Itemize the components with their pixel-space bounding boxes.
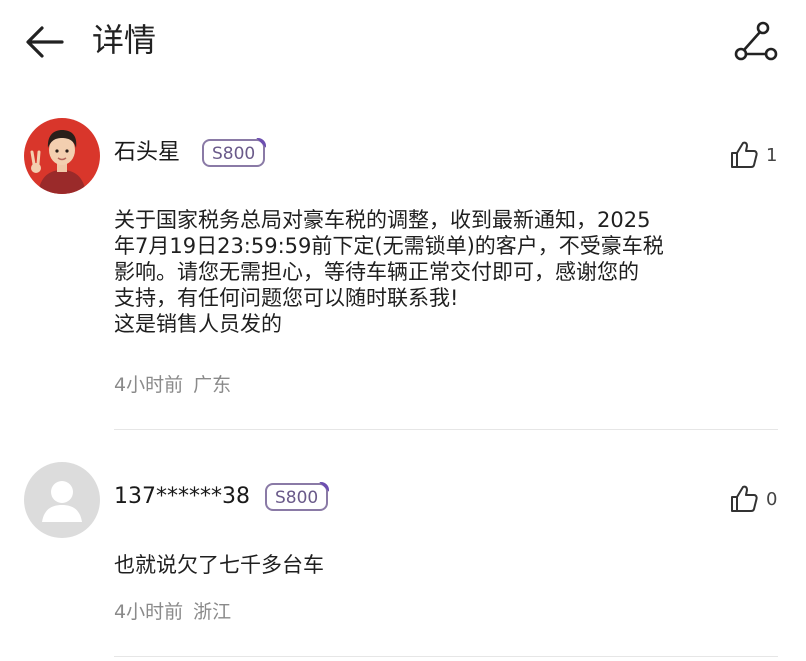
comment-location: 浙江 <box>193 601 232 623</box>
top-bar: 详情 <box>0 0 806 84</box>
comment-text-line: 年7月19日23:59:59前下定(无需锁单)的客户，不受豪车税 <box>114 234 664 258</box>
car-model-badge: S800 <box>202 139 266 167</box>
like-count: 1 <box>766 145 778 166</box>
divider <box>114 429 778 430</box>
back-button[interactable] <box>22 22 68 62</box>
thumbs-up-icon <box>731 485 758 512</box>
divider <box>114 656 778 657</box>
comment-item: 石头星 S800 1 关于国家税务总局对豪车税的调整，收到最新通知，2025 年… <box>0 118 806 430</box>
default-avatar-icon <box>24 462 100 538</box>
back-arrow-icon <box>26 26 64 58</box>
comment-meta: 4小时前 浙江 <box>114 599 241 625</box>
avatar[interactable] <box>24 118 100 194</box>
user-avatar-icon <box>24 118 100 194</box>
comment-text-line: 这是销售人员发的 <box>114 312 282 336</box>
like-count: 0 <box>766 489 778 510</box>
comment-item: 137******38 S800 0 也就说欠了七千多台车 4小时前 浙江 <box>0 462 806 661</box>
thumbs-up-icon <box>731 141 758 168</box>
username[interactable]: 石头星 <box>114 138 180 168</box>
comment-text-line: 支持，有任何问题您可以随时联系我! <box>114 286 459 310</box>
comment-text-line: 关于国家税务总局对豪车税的调整，收到最新通知，2025 <box>114 208 651 232</box>
comment-text-line: 影响。请您无需担心，等待车辆正常交付即可，感谢您的 <box>114 260 639 284</box>
detail-page: 详情 石头星 S800 1 关于国家税务总局对豪车税的调整，收到最新通知，202… <box>0 0 806 661</box>
comment-time: 4小时前 <box>114 374 184 396</box>
comment-text: 也就说欠了七千多台车 <box>114 552 324 578</box>
comment-location: 广东 <box>193 374 232 396</box>
comment-time: 4小时前 <box>114 601 184 623</box>
comment-text: 关于国家税务总局对豪车税的调整，收到最新通知，2025 年7月19日23:59:… <box>114 207 774 337</box>
share-icon <box>734 21 778 61</box>
page-title: 详情 <box>92 21 157 59</box>
share-button[interactable] <box>733 20 779 64</box>
car-model-badge: S800 <box>265 483 329 511</box>
comment-text-line: 也就说欠了七千多台车 <box>114 553 324 577</box>
comment-meta: 4小时前 广东 <box>114 372 241 398</box>
avatar[interactable] <box>24 462 100 538</box>
username[interactable]: 137******38 <box>114 482 250 512</box>
